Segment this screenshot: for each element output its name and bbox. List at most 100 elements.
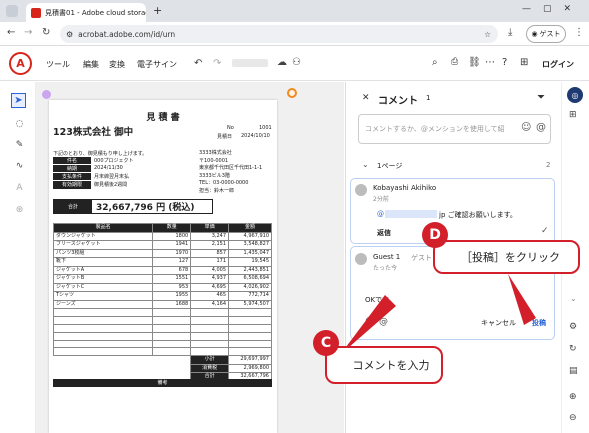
- cell: 678: [152, 265, 192, 275]
- comment-card[interactable]: Kobayashi Akihiko 2分前 @ jp ご確認お願いします。 返信…: [350, 178, 555, 244]
- cell: 4,005: [190, 265, 230, 275]
- cell: 4,937: [190, 274, 230, 284]
- browser-menu-icon[interactable]: ⋮: [574, 27, 584, 38]
- total-label: 合計: [54, 200, 92, 213]
- page-group-chevron-icon[interactable]: ⌄: [362, 160, 369, 169]
- file-name-blur: [232, 59, 268, 67]
- cloud-icon[interactable]: ☁: [277, 57, 287, 68]
- post-button[interactable]: 投稿: [532, 318, 546, 328]
- forward-icon[interactable]: →: [24, 27, 32, 38]
- reload-icon[interactable]: ↻: [42, 27, 50, 38]
- menu-tools[interactable]: ツール: [46, 59, 70, 70]
- undo-icon[interactable]: ↶: [194, 58, 202, 69]
- thumbnails-icon[interactable]: ⊞: [569, 110, 577, 120]
- comment-input-placeholder: コメントするか、@メンションを使用して紹: [365, 125, 505, 133]
- panel-title: コメント: [378, 96, 418, 107]
- reply-author: Guest 1: [373, 253, 401, 261]
- tab-search-icon[interactable]: [6, 5, 18, 17]
- new-tab-button[interactable]: +: [153, 4, 162, 17]
- text-box-icon[interactable]: A: [12, 180, 27, 195]
- menu-esign[interactable]: 電子サイン: [137, 59, 177, 70]
- comment-author: Kobayashi Akihiko: [373, 184, 437, 192]
- cell: ジャケットB: [52, 274, 154, 284]
- resolve-icon[interactable]: ✓: [541, 226, 549, 236]
- bookmark-star-icon[interactable]: ☆: [484, 30, 491, 39]
- back-icon[interactable]: ←: [7, 27, 15, 38]
- cell: 953: [152, 282, 192, 292]
- table-row: パンツ3枚組 1970 857 1,435,047: [52, 248, 272, 258]
- address-input[interactable]: ⚙ acrobat.adobe.com/id/urn ☆: [60, 25, 498, 43]
- share-people-icon[interactable]: ⚇: [292, 57, 301, 68]
- cell: 3,247: [190, 231, 230, 241]
- link-icon[interactable]: ⛓: [468, 57, 481, 68]
- info-key: 件名: [53, 157, 91, 165]
- cancel-button[interactable]: キャンセル: [481, 318, 516, 328]
- pen-icon[interactable]: ✎: [12, 137, 27, 152]
- reply-draft-text: OKです: [365, 296, 390, 304]
- col-header: 製品名: [52, 223, 154, 233]
- emoji-icon[interactable]: ☺: [521, 122, 531, 133]
- acrobat-logo[interactable]: A: [9, 52, 32, 75]
- add-comment-icon[interactable]: ◌: [12, 116, 27, 131]
- draw-icon[interactable]: ∿: [12, 158, 27, 173]
- select-cursor-icon[interactable]: ➤: [11, 93, 26, 108]
- mention-icon[interactable]: @: [379, 317, 388, 327]
- rail-tools-icon[interactable]: ⚙: [569, 322, 577, 332]
- annotation-d-text: ［投稿］をクリック: [461, 251, 560, 264]
- tab-title: 見積書01 - Adobe cloud storag: [45, 8, 146, 17]
- window-controls[interactable]: —▢✕: [522, 4, 583, 14]
- annotation-c-callout: コメントを入力: [325, 346, 443, 384]
- stamp-icon[interactable]: ⊛: [12, 202, 27, 217]
- summary-value: 2,969,800: [228, 363, 272, 374]
- filter-icon[interactable]: ⏷: [537, 92, 545, 103]
- avatar: [355, 253, 367, 265]
- rail-collapse-icon[interactable]: ⌄: [570, 294, 577, 303]
- browser-tab[interactable]: 見積書01 - Adobe cloud storag ✕: [26, 3, 146, 22]
- rotate-icon[interactable]: ↻: [569, 344, 577, 354]
- page-icon[interactable]: ▤: [569, 366, 578, 376]
- help-icon[interactable]: ?: [502, 57, 507, 68]
- table-row: ジャケットC 953 4,695 4,026,902: [52, 282, 272, 292]
- reply-input[interactable]: OKです ☺ @ キャンセル 投稿: [363, 287, 548, 333]
- close-panel-icon[interactable]: ✕: [362, 93, 370, 103]
- more-icon[interactable]: ⋯: [485, 57, 495, 68]
- redo-icon[interactable]: ↷: [213, 58, 221, 69]
- browser-tab-bar: 見積書01 - Adobe cloud storag ✕ + —▢✕: [0, 0, 589, 22]
- company-line: 3333株式会社: [199, 150, 232, 156]
- cell: 127: [152, 257, 192, 267]
- zoom-out-icon[interactable]: ⊖: [569, 413, 577, 423]
- table-row: ジャケットB 1551 4,937 6,508,694: [52, 274, 272, 284]
- comment-mention: @: [377, 210, 384, 218]
- comment-marker[interactable]: [42, 90, 51, 99]
- url-text: acrobat.adobe.com/id/urn: [78, 29, 176, 39]
- reply-link[interactable]: 返信: [377, 228, 391, 238]
- menu-edit[interactable]: 編集: [83, 59, 99, 70]
- col-header: 単価: [190, 223, 230, 233]
- cell: 6,508,694: [228, 274, 272, 284]
- mention-icon[interactable]: @: [536, 122, 546, 133]
- menu-convert[interactable]: 変換: [109, 59, 125, 70]
- page-group-count: 2: [546, 161, 551, 169]
- cell: 1941: [152, 240, 192, 250]
- comment-panel-toggle-icon[interactable]: ◎: [567, 87, 583, 103]
- page-group-label: 1ページ: [377, 162, 403, 170]
- search-icon[interactable]: ⌕: [432, 57, 438, 68]
- annotation-d-badge: D: [422, 222, 448, 248]
- apps-grid-icon[interactable]: ⊞: [520, 57, 528, 68]
- emoji-icon[interactable]: ☺: [365, 317, 374, 327]
- orange-comment-marker[interactable]: [287, 88, 297, 98]
- download-icon[interactable]: ⤓: [508, 27, 512, 38]
- login-button[interactable]: ログイン: [542, 59, 574, 70]
- company-line: 東京都千代田区千代田1-1-1: [199, 165, 263, 172]
- estimate-date: 2024/10/10: [241, 133, 270, 139]
- site-info-icon[interactable]: ⚙: [66, 30, 73, 39]
- new-comment-input[interactable]: コメントするか、@メンションを使用して紹 ☺ @: [358, 114, 551, 144]
- print-icon[interactable]: ⎙: [451, 57, 458, 67]
- cell: 857: [190, 248, 230, 258]
- cell: 1,435,047: [228, 248, 272, 258]
- summary-key: 小計: [190, 355, 230, 365]
- zoom-in-icon[interactable]: ⊕: [569, 392, 577, 402]
- table-row: Tシャツ 1955 465 772,714: [52, 291, 272, 301]
- info-key: 支払条件: [53, 173, 91, 181]
- profile-button[interactable]: ◉ ゲスト: [526, 25, 566, 43]
